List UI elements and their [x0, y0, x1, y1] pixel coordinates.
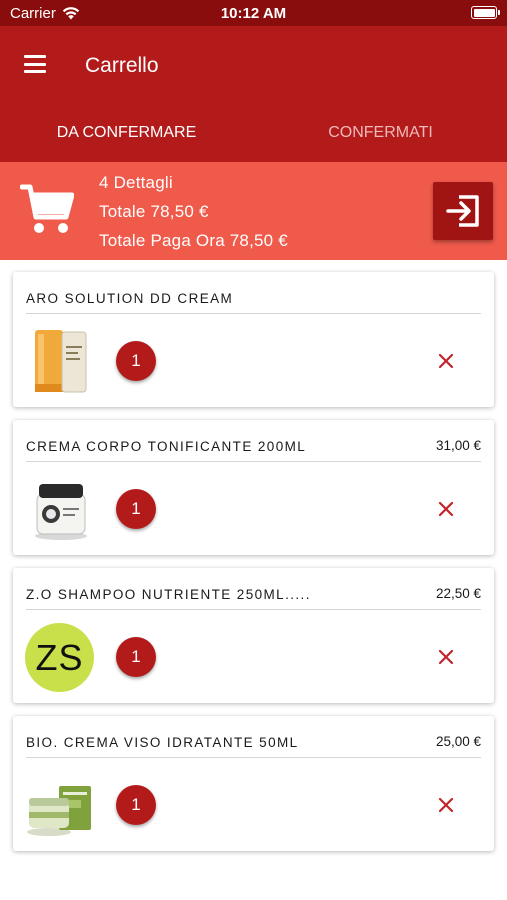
product-image-jar — [35, 484, 87, 540]
tab-bar: DA CONFERMARE CONFERMATI — [0, 106, 507, 162]
tab-confermati[interactable]: CONFERMATI — [254, 106, 507, 162]
total-amount: Totale 78,50 € — [99, 202, 209, 221]
divider — [26, 757, 481, 758]
product-price: 22,50 € — [435, 586, 481, 601]
page-title: Carrello — [85, 54, 159, 77]
cart-item-card: ARO SOLUTION DD CREAM 1 — [13, 272, 494, 407]
quantity-badge[interactable]: 1 — [116, 489, 156, 529]
product-image-green-jar — [27, 786, 91, 836]
total-pay-now: Totale Paga Ora 78,50 € — [99, 231, 288, 250]
product-price: 31,00 € — [435, 438, 481, 453]
hamburger-menu-icon[interactable] — [24, 55, 46, 73]
divider — [26, 461, 481, 462]
close-icon[interactable] — [434, 497, 458, 521]
product-price: 25,00 € — [435, 734, 481, 749]
quantity-badge[interactable]: 1 — [116, 785, 156, 825]
product-image-tubes — [35, 330, 87, 393]
divider — [26, 313, 481, 314]
product-name: Z.O SHAMPOO NUTRIENTE 250ML..... — [26, 587, 311, 602]
tab-da-confermare[interactable]: DA CONFERMARE — [0, 106, 253, 162]
battery-full-icon — [471, 6, 500, 19]
initials-avatar: ZS — [25, 623, 94, 692]
shopping-cart-icon — [20, 184, 74, 233]
status-bar: Carrier 10:12 AM — [0, 0, 507, 26]
cart-summary: 4 Dettagli Totale 78,50 € Totale Paga Or… — [0, 162, 507, 260]
clock-time: 10:12 AM — [220, 5, 287, 22]
quantity-badge[interactable]: 1 — [116, 637, 156, 677]
product-name: ARO SOLUTION DD CREAM — [26, 291, 234, 306]
divider — [26, 609, 481, 610]
product-name: BIO. CREMA VISO IDRATANTE 50ML — [26, 735, 299, 750]
details-count: 4 Dettagli — [99, 173, 173, 192]
app-bar: Carrello — [0, 26, 507, 106]
close-icon[interactable] — [434, 349, 458, 373]
cart-item-card: BIO. CREMA VISO IDRATANTE 50ML 25,00 € 1 — [13, 716, 494, 851]
product-name: CREMA CORPO TONIFICANTE 200ML — [26, 439, 307, 454]
close-icon[interactable] — [434, 645, 458, 669]
cart-item-card: Z.O SHAMPOO NUTRIENTE 250ML..... 22,50 €… — [13, 568, 494, 703]
quantity-badge[interactable]: 1 — [116, 341, 156, 381]
checkout-button[interactable] — [433, 182, 493, 240]
cart-item-card: CREMA CORPO TONIFICANTE 200ML 31,00 € 1 — [13, 420, 494, 555]
sign-in-arrow-icon — [446, 195, 479, 227]
close-icon[interactable] — [434, 793, 458, 817]
